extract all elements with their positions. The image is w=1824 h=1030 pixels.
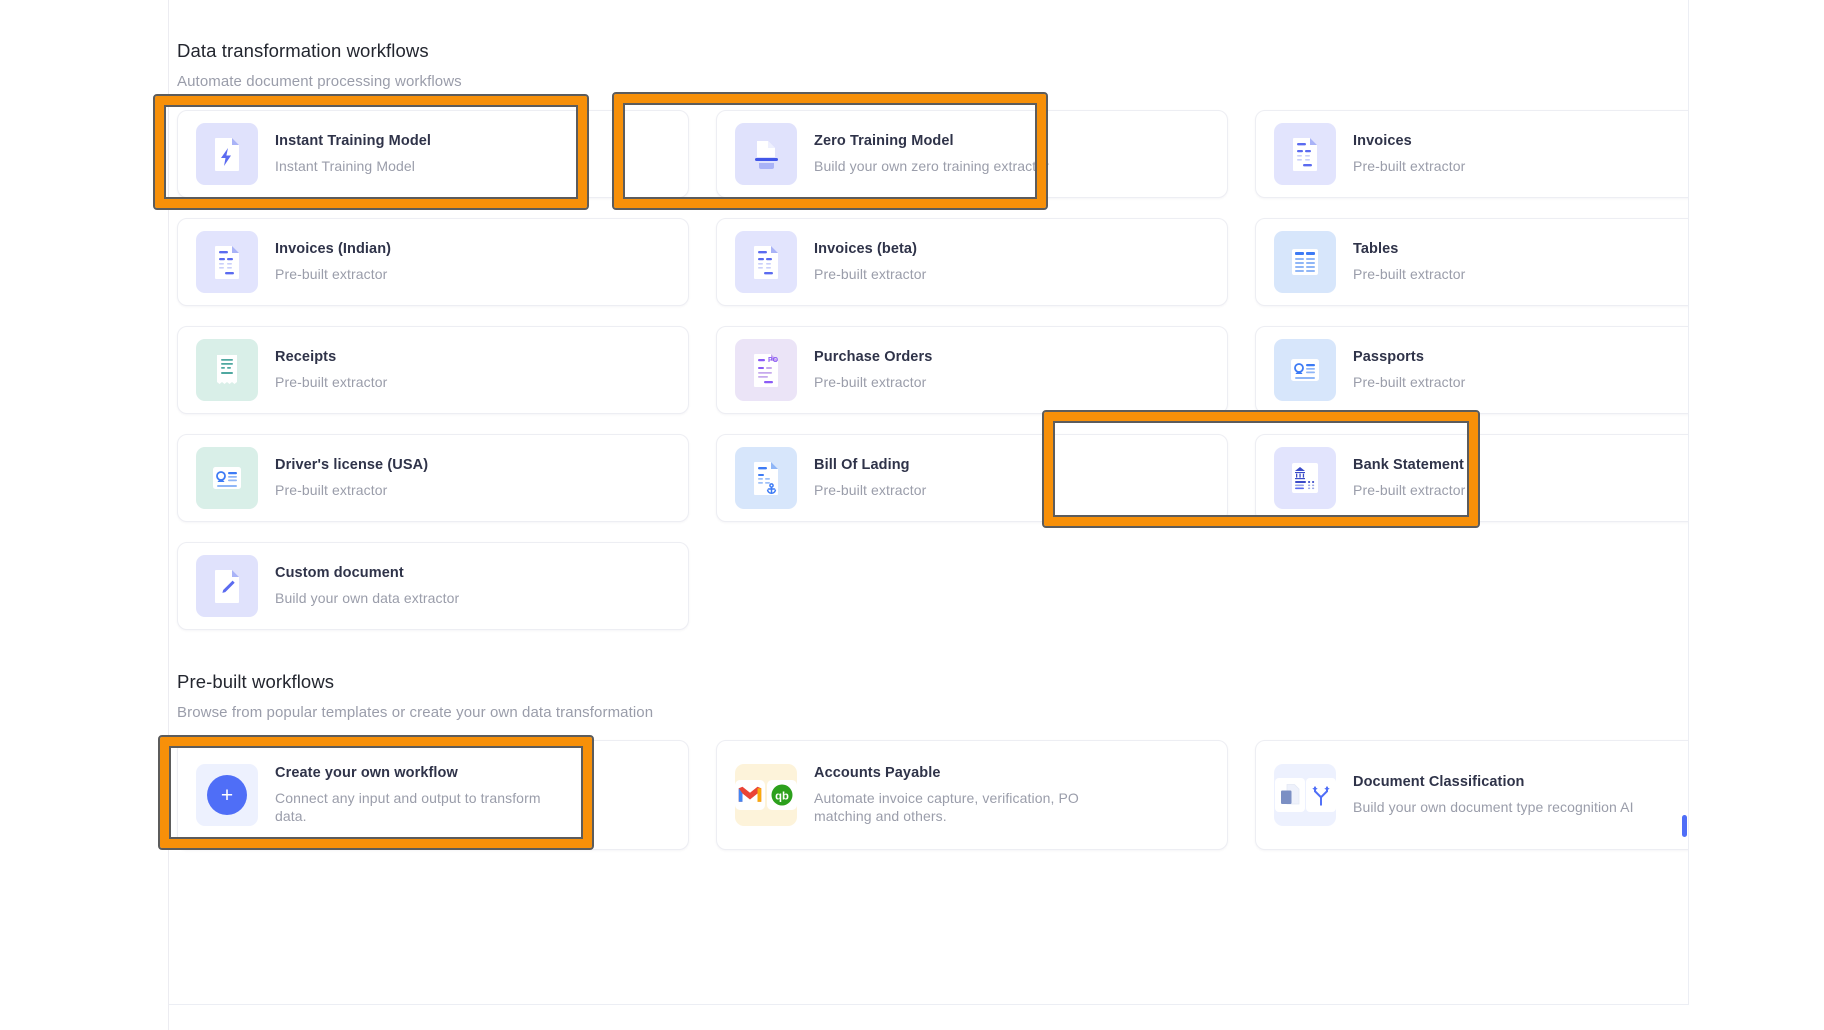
workflow-card[interactable]: Bank Statement Pre-built extractor <box>1255 434 1689 522</box>
card-title: Invoices (beta) <box>814 240 918 257</box>
workflow-card[interactable]: Tables Pre-built extractor <box>1255 218 1689 306</box>
card-title: Custom document <box>275 564 404 581</box>
purchase-order-icon: PO <box>735 339 797 401</box>
workflow-card[interactable]: Bill Of Lading Pre-built extractor <box>716 434 1228 522</box>
workflow-card[interactable]: Receipts Pre-built extractor <box>177 326 689 414</box>
workflow-card[interactable]: Driver's license (USA) Pre-built extracto… <box>177 434 689 522</box>
workflow-card[interactable]: Invoices (Indian) Pre-built extractor <box>177 218 689 306</box>
card-subtitle: Pre-built extractor <box>275 481 388 498</box>
card-title: Passports <box>1353 348 1425 365</box>
section-subtitle: Automate document processing workflows <box>177 73 462 90</box>
workflow-card[interactable]: Invoices (beta) Pre-built extractor <box>716 218 1228 306</box>
invoice-document-icon <box>735 231 797 293</box>
invoice-document-icon <box>1274 123 1336 185</box>
id-card-icon <box>196 447 258 509</box>
document-branch-icon <box>1274 764 1336 826</box>
card-title: Document Classification <box>1353 773 1525 790</box>
section-title: Data transformation workflows <box>177 40 429 61</box>
receipt-icon <box>196 339 258 401</box>
card-title: Accounts Payable <box>814 764 941 781</box>
card-title: Invoices <box>1353 132 1412 149</box>
card-subtitle: Connect any input and output to transfor… <box>275 789 541 824</box>
card-subtitle: Pre-built extractor <box>275 373 388 390</box>
card-title: Instant Training Model <box>275 132 432 149</box>
card-subtitle: Instant Training Model <box>275 157 415 174</box>
workflow-card[interactable]: Custom document Build your own data extra… <box>177 542 689 630</box>
app-root: Data transformation workflows Automate d… <box>0 0 1824 1030</box>
card-title: Bill Of Lading <box>814 456 910 473</box>
plus-circle-icon: + <box>196 764 258 826</box>
workflow-card[interactable]: Invoices Pre-built extractor <box>1255 110 1689 198</box>
card-subtitle: Build your own data extractor <box>275 589 460 606</box>
workflow-card[interactable]: Passports Pre-built extractor <box>1255 326 1689 414</box>
card-subtitle: Pre-built extractor <box>275 265 388 282</box>
svg-text:qb: qb <box>775 791 789 803</box>
card-title: Driver's license (USA) <box>275 456 429 473</box>
data-transformation-card-grid: Instant Training Model Instant Training M… <box>177 110 1689 630</box>
workflow-card[interactable]: Zero Training Model Build your own zero t… <box>716 110 1228 198</box>
card-subtitle: Pre-built extractor <box>1353 157 1466 174</box>
workflow-card[interactable]: Instant Training Model Instant Training M… <box>177 110 689 198</box>
section-title: Pre-built workflows <box>177 671 335 692</box>
card-title: Zero Training Model <box>814 132 954 149</box>
svg-text:PO: PO <box>768 357 779 364</box>
card-subtitle: Pre-built extractor <box>814 481 927 498</box>
lightning-document-icon <box>196 123 258 185</box>
card-title: Invoices (Indian) <box>275 240 392 257</box>
card-title: Purchase Orders <box>814 348 933 365</box>
bank-statement-icon <box>1274 447 1336 509</box>
anchor-document-icon <box>735 447 797 509</box>
workflow-catalog-content: Data transformation workflows Automate d… <box>169 0 1689 1030</box>
table-grid-icon <box>1274 231 1336 293</box>
card-subtitle: Pre-built extractor <box>1353 265 1466 282</box>
stacked-document-icon <box>735 123 797 185</box>
workflow-card[interactable]: + Create your own workflow Connect any inp… <box>177 740 689 850</box>
workflow-card[interactable]: PO Purchase Orders Pre-built extractor <box>716 326 1228 414</box>
gmail-quickbooks-icon: qb <box>735 764 797 826</box>
card-title: Receipts <box>275 348 337 365</box>
pre-built-card-grid: + Create your own workflow Connect any inp… <box>177 740 1689 850</box>
invoice-document-icon <box>196 231 258 293</box>
card-subtitle: Build your own document type recognition… <box>1353 798 1634 815</box>
card-title: Tables <box>1353 240 1399 257</box>
card-title: Create your own workflow <box>275 764 458 781</box>
card-subtitle: Build your own zero training extractor <box>814 157 1049 174</box>
section-heading-pre-built: Pre-built workflows Browse from popular … <box>177 671 653 721</box>
workflow-card[interactable]: Document Classification Build your own do… <box>1255 740 1689 850</box>
id-card-icon <box>1274 339 1336 401</box>
card-title: Bank Statement <box>1353 456 1464 473</box>
card-subtitle: Pre-built extractor <box>814 265 927 282</box>
card-subtitle: Pre-built extractor <box>814 373 927 390</box>
card-subtitle: Automate invoice capture, verification, … <box>814 789 1079 824</box>
workflow-card[interactable]: qb Accounts Payable Automate invoice captu… <box>716 740 1228 850</box>
card-subtitle: Pre-built extractor <box>1353 373 1466 390</box>
section-subtitle: Browse from popular templates or create … <box>177 704 654 721</box>
card-subtitle: Pre-built extractor <box>1353 481 1466 498</box>
section-heading-data-transformation: Data transformation workflows Automate d… <box>177 40 462 90</box>
vertical-scrollbar-thumb[interactable] <box>1682 815 1687 837</box>
pencil-document-icon <box>196 555 258 617</box>
